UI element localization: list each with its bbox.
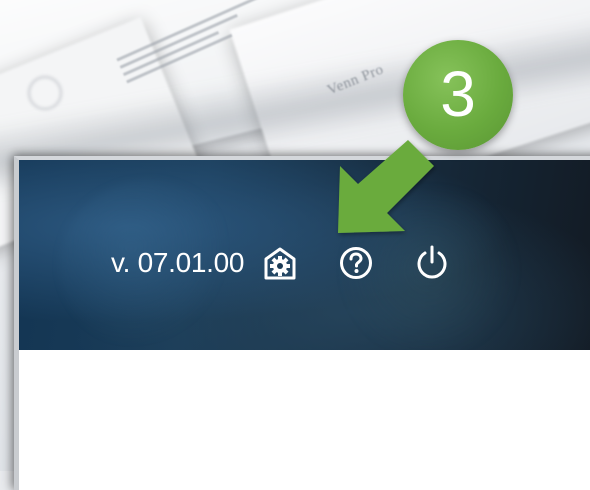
step-number-badge: 3 <box>403 40 513 150</box>
power-button[interactable] <box>412 243 452 283</box>
question-circle-icon <box>338 245 374 281</box>
version-label: v. 07.01.00 <box>111 247 245 278</box>
step-number: 3 <box>440 58 476 130</box>
app-header: v. 07.01.00 <box>19 160 590 350</box>
app-content-area <box>19 350 590 490</box>
blurred-paper-seal <box>28 76 62 110</box>
header-toolbar: v. 07.01.00 <box>111 238 452 288</box>
house-gear-icon <box>262 245 298 281</box>
app-window: v. 07.01.00 <box>14 156 590 490</box>
help-button[interactable] <box>336 243 376 283</box>
settings-button[interactable] <box>260 243 300 283</box>
power-icon <box>414 244 450 282</box>
